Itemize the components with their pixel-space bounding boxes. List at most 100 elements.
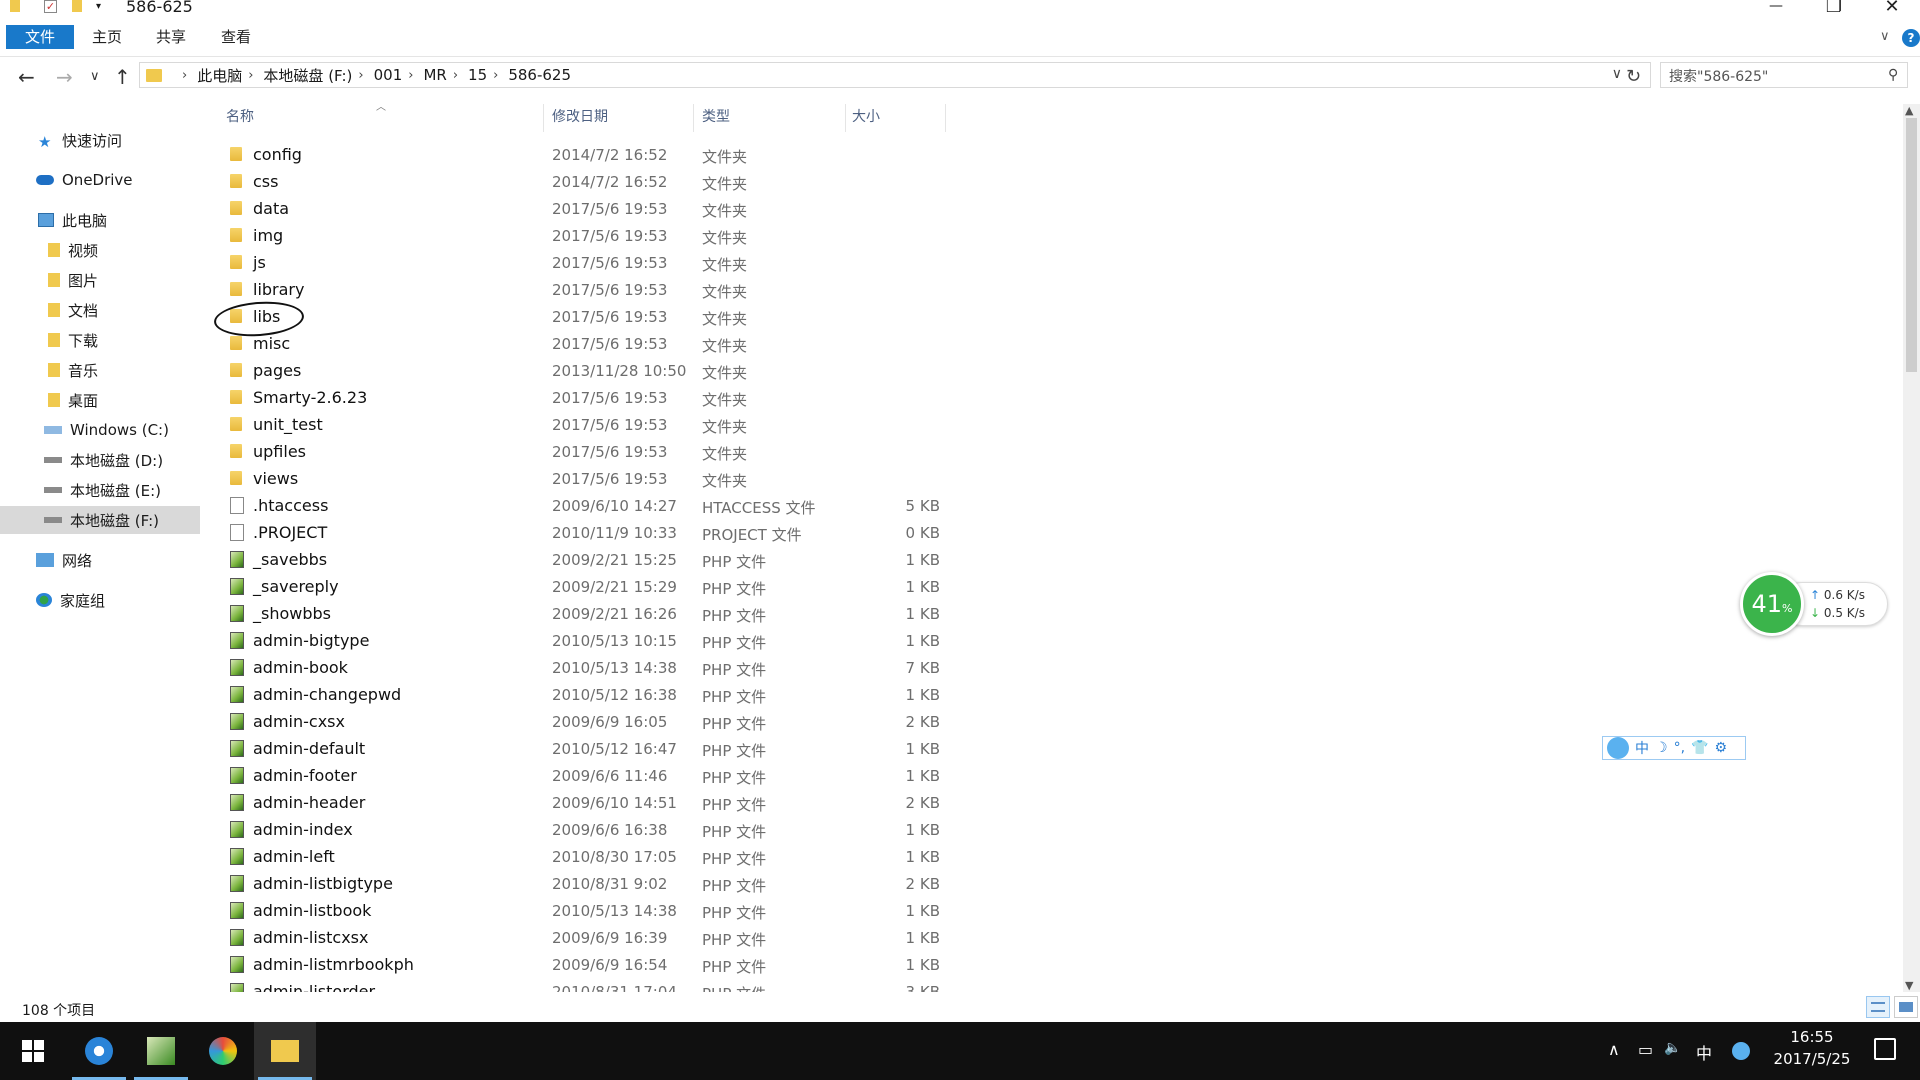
recent-locations-button[interactable]: ∨	[90, 69, 100, 84]
sidebar-item-desktop[interactable]: 桌面	[0, 386, 200, 414]
up-button[interactable]: ↑	[114, 65, 131, 89]
tab-file[interactable]: 文件	[6, 25, 74, 49]
file-row[interactable]: unit_test 2017/5/6 19:53 文件夹	[204, 412, 1704, 439]
ime-toolbar[interactable]: 中 ☽ °, 👕 ⚙	[1602, 736, 1746, 760]
address-bar[interactable]: › 此电脑 › 本地磁盘 (F:) › 001 › MR › 15 › 586-…	[139, 62, 1651, 88]
sidebar-item-downloads[interactable]: 下载	[0, 326, 200, 354]
chevron-right-icon[interactable]: ›	[408, 68, 413, 83]
ime-punctuation-icon[interactable]: °,	[1674, 740, 1685, 756]
taskbar-browser-app[interactable]	[68, 1022, 130, 1080]
file-row[interactable]: views 2017/5/6 19:53 文件夹	[204, 466, 1704, 493]
file-row[interactable]: library 2017/5/6 19:53 文件夹	[204, 277, 1704, 304]
column-divider[interactable]	[543, 104, 544, 132]
ime-settings-gear-icon[interactable]: ⚙	[1714, 740, 1727, 756]
file-row[interactable]: admin-cxsx 2009/6/9 16:05 PHP 文件 2 KB	[204, 709, 1704, 736]
vertical-scrollbar[interactable]: ▲ ▼	[1903, 104, 1920, 992]
sidebar-item-pictures[interactable]: 图片	[0, 266, 200, 294]
file-row[interactable]: img 2017/5/6 19:53 文件夹	[204, 223, 1704, 250]
file-row[interactable]: config 2014/7/2 16:52 文件夹	[204, 142, 1704, 169]
file-row[interactable]: admin-listbigtype 2010/8/31 9:02 PHP 文件 2 K…	[204, 871, 1704, 898]
column-header-size[interactable]: 大小	[852, 104, 880, 130]
network-speed-widget[interactable]: 41% ↑ 0.6 K/s ↓ 0.5 K/s	[1740, 572, 1888, 636]
file-row[interactable]: js 2017/5/6 19:53 文件夹	[204, 250, 1704, 277]
file-row[interactable]: .htaccess 2009/6/10 14:27 HTACCESS 文件 5 KB	[204, 493, 1704, 520]
breadcrumb-586-625[interactable]: 586-625	[508, 66, 571, 84]
sidebar-item-videos[interactable]: 视频	[0, 236, 200, 264]
scroll-down-icon[interactable]: ▼	[1905, 979, 1913, 992]
file-row[interactable]: css 2014/7/2 16:52 文件夹	[204, 169, 1704, 196]
file-row[interactable]: Smarty-2.6.23 2017/5/6 19:53 文件夹	[204, 385, 1704, 412]
column-divider[interactable]	[693, 104, 694, 132]
large-icons-view-button[interactable]	[1894, 996, 1918, 1018]
ime-language-toggle[interactable]: 中	[1635, 738, 1649, 758]
sidebar-item-onedrive[interactable]: OneDrive	[0, 166, 200, 194]
tray-app-icon[interactable]	[1732, 1042, 1750, 1060]
file-row[interactable]: admin-listorder 2010/8/31 17:04 PHP 文件 3 KB	[204, 979, 1704, 992]
file-row[interactable]: admin-listbook 2010/5/13 14:38 PHP 文件 1 KB	[204, 898, 1704, 925]
battery-icon[interactable]: ▭	[1638, 1040, 1653, 1059]
chevron-down-icon[interactable]: ∨	[1612, 66, 1622, 82]
file-row[interactable]: misc 2017/5/6 19:53 文件夹	[204, 331, 1704, 358]
ime-mascot-icon[interactable]	[1607, 737, 1629, 759]
sidebar-item-quick-access[interactable]: ★ 快速访问	[0, 126, 200, 154]
file-row[interactable]: admin-header 2009/6/10 14:51 PHP 文件 2 KB	[204, 790, 1704, 817]
tab-share[interactable]: 共享	[156, 25, 186, 49]
column-header-name[interactable]: 名称	[226, 104, 254, 130]
chevron-right-icon[interactable]: ›	[182, 68, 187, 83]
column-divider[interactable]	[845, 104, 846, 132]
column-divider[interactable]	[945, 104, 946, 132]
back-button[interactable]: ←	[18, 65, 35, 89]
file-row[interactable]: admin-book 2010/5/13 14:38 PHP 文件 7 KB	[204, 655, 1704, 682]
file-row[interactable]: admin-default 2010/5/12 16:47 PHP 文件 1 KB	[204, 736, 1704, 763]
ime-skin-shirt-icon[interactable]: 👕	[1691, 740, 1708, 756]
sidebar-item-this-pc[interactable]: 此电脑	[0, 206, 200, 234]
file-row[interactable]: pages 2013/11/28 10:50 文件夹	[204, 358, 1704, 385]
help-icon[interactable]: ?	[1902, 29, 1920, 47]
properties-icon[interactable]: ✓	[44, 0, 57, 13]
sidebar-item-music[interactable]: 音乐	[0, 356, 200, 384]
breadcrumb-this-pc[interactable]: 此电脑	[197, 65, 242, 86]
breadcrumb-001[interactable]: 001	[374, 66, 403, 84]
chevron-right-icon[interactable]: ›	[248, 68, 253, 83]
search-input[interactable]: 搜索"586-625"	[1660, 62, 1908, 88]
column-header-type[interactable]: 类型	[702, 104, 730, 130]
sidebar-item-drive-d[interactable]: 本地磁盘 (D:)	[0, 446, 200, 474]
file-row[interactable]: libs 2017/5/6 19:53 文件夹	[204, 304, 1704, 331]
memory-usage-gauge[interactable]: 41%	[1740, 572, 1804, 636]
file-row[interactable]: _savereply 2009/2/21 15:29 PHP 文件 1 KB	[204, 574, 1704, 601]
column-header-date[interactable]: 修改日期	[552, 104, 608, 130]
minimize-button[interactable]: —	[1756, 0, 1796, 18]
tab-view[interactable]: 查看	[221, 25, 251, 49]
input-language-indicator[interactable]: 中	[1696, 1040, 1712, 1064]
show-hidden-icons-chevron-icon[interactable]: ∧	[1608, 1040, 1620, 1059]
sidebar-item-homegroup[interactable]: 家庭组	[0, 586, 200, 614]
file-row[interactable]: .PROJECT 2010/11/9 10:33 PROJECT 文件 0 KB	[204, 520, 1704, 547]
system-clock[interactable]: 16:55 2017/5/25	[1770, 1026, 1854, 1070]
customize-quick-access-icon[interactable]: ▾	[96, 1, 110, 15]
windows-start-icon[interactable]	[22, 1040, 44, 1062]
chevron-right-icon[interactable]: ›	[493, 68, 498, 83]
close-button[interactable]: ✕	[1872, 0, 1912, 17]
file-row[interactable]: data 2017/5/6 19:53 文件夹	[204, 196, 1704, 223]
breadcrumb-mr[interactable]: MR	[423, 66, 446, 84]
tab-home[interactable]: 主页	[92, 25, 122, 49]
file-row[interactable]: admin-listcxsx 2009/6/9 16:39 PHP 文件 1 KB	[204, 925, 1704, 952]
sidebar-item-drive-e[interactable]: 本地磁盘 (E:)	[0, 476, 200, 504]
refresh-icon[interactable]: ↻	[1626, 66, 1641, 87]
file-row[interactable]: admin-changepwd 2010/5/12 16:38 PHP 文件 1 KB	[204, 682, 1704, 709]
scrollbar-thumb[interactable]	[1906, 118, 1917, 372]
sidebar-item-drive-c[interactable]: Windows (C:)	[0, 416, 200, 444]
file-row[interactable]: upfiles 2017/5/6 19:53 文件夹	[204, 439, 1704, 466]
taskbar-editor-app[interactable]	[130, 1022, 192, 1080]
breadcrumb-drive-f[interactable]: 本地磁盘 (F:)	[263, 65, 352, 86]
file-row[interactable]: admin-bigtype 2010/5/13 10:15 PHP 文件 1 KB	[204, 628, 1704, 655]
chevron-right-icon[interactable]: ›	[453, 68, 458, 83]
forward-button[interactable]: →	[56, 65, 73, 89]
details-view-button[interactable]	[1866, 996, 1890, 1018]
taskbar-file-explorer-app[interactable]	[254, 1022, 316, 1080]
sidebar-item-documents[interactable]: 文档	[0, 296, 200, 324]
ime-fullwidth-moon-icon[interactable]: ☽	[1655, 740, 1668, 756]
volume-icon[interactable]: 🔈	[1664, 1040, 1681, 1056]
action-center-icon[interactable]	[1874, 1038, 1896, 1060]
file-row[interactable]: _showbbs 2009/2/21 16:26 PHP 文件 1 KB	[204, 601, 1704, 628]
